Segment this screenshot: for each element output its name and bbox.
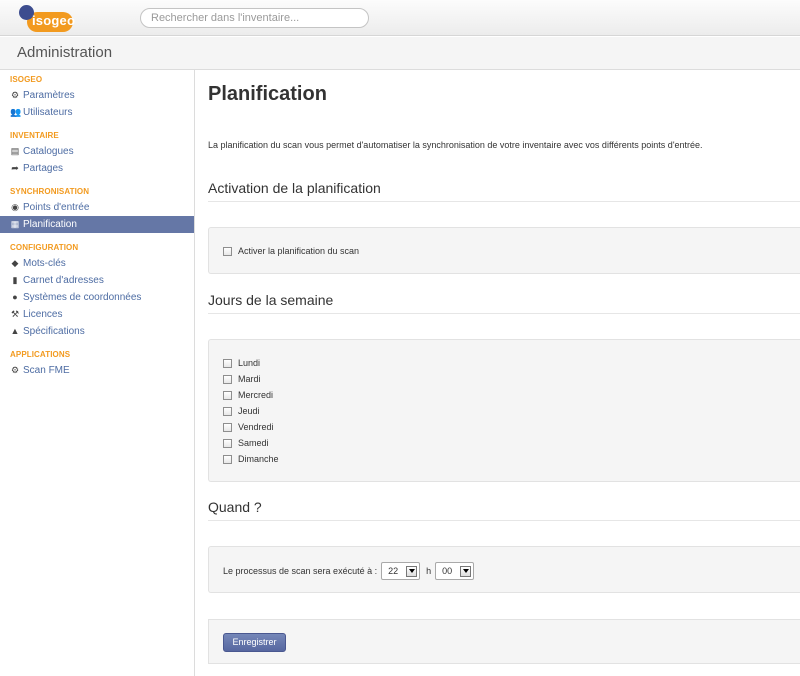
catalog-icon: ▤	[10, 146, 20, 156]
chevron-down-icon	[460, 565, 472, 577]
when-divider	[208, 520, 800, 521]
page-header: Administration	[0, 37, 800, 70]
day-label: Dimanche	[238, 454, 279, 464]
day-checkbox[interactable]	[223, 406, 232, 416]
sidebar-item-mots-cles[interactable]: ◆ Mots-clés	[0, 255, 194, 272]
sidebar-item-parametres[interactable]: ⚙ Paramètres	[0, 87, 194, 104]
sidebar-section-synchronisation: SYNCHRONISATION	[10, 187, 90, 196]
sidebar-item-label: Scan FME	[23, 365, 70, 376]
schedule-label: Le processus de scan sera exécuté à :	[223, 566, 378, 576]
day-checkbox[interactable]	[223, 438, 232, 448]
sidebar-item-label: Carnet d'adresses	[23, 275, 104, 286]
day-row-mercredi[interactable]: Mercredi	[223, 387, 273, 403]
sidebar-item-label: Catalogues	[23, 146, 74, 157]
sidebar-item-catalogues[interactable]: ▤ Catalogues	[0, 143, 194, 160]
sidebar-item-label: Licences	[23, 309, 63, 320]
page-header-title: Administration	[17, 44, 113, 61]
days-divider	[208, 313, 800, 314]
sidebar-section-configuration: CONFIGURATION	[10, 243, 79, 252]
day-row-jeudi[interactable]: Jeudi	[223, 403, 260, 419]
activation-checkbox-label: Activer la planification du scan	[238, 246, 360, 256]
calendar-icon: ▦	[10, 219, 20, 229]
day-label: Samedi	[238, 438, 269, 448]
flask-icon: ▲	[10, 326, 20, 336]
globe-icon: ●	[12, 292, 18, 302]
day-label: Mercredi	[238, 390, 274, 400]
hour-value: 22	[388, 566, 399, 576]
sidebar-item-label: Paramètres	[23, 90, 75, 101]
sidebar-item-specifications[interactable]: ▲ Spécifications	[0, 323, 194, 340]
hour-separator: h	[426, 566, 432, 576]
sidebar-item-label: Systèmes de coordonnées	[23, 292, 142, 303]
day-checkbox[interactable]	[223, 454, 232, 464]
day-checkbox[interactable]	[223, 358, 232, 368]
activation-panel: Activer la planification du scan	[208, 227, 800, 274]
logo-text: isogeo	[32, 13, 76, 28]
sidebar-section-isogeo: ISOGEO	[10, 75, 43, 84]
sidebar-section-applications: APPLICATIONS	[10, 350, 71, 359]
form-actions: Enregistrer	[208, 619, 800, 664]
users-icon: 👥	[10, 107, 22, 117]
hour-select[interactable]: 22	[381, 562, 421, 580]
main-content: Planification La planification du scan v…	[195, 70, 800, 676]
activation-divider	[208, 201, 800, 202]
sidebar-item-label: Spécifications	[23, 326, 85, 337]
isogeo-logo[interactable]: isogeo	[16, 3, 76, 33]
sidebar-item-licences[interactable]: ⚒ Licences	[0, 306, 194, 323]
day-checkbox[interactable]	[223, 390, 232, 400]
sidebar-item-label: Partages	[23, 163, 64, 174]
save-button[interactable]: Enregistrer	[223, 633, 286, 652]
sidebar-item-scan-fme[interactable]: ⚙ Scan FME	[0, 362, 194, 379]
day-checkbox[interactable]	[223, 374, 232, 384]
activation-row[interactable]: Activer la planification du scan	[223, 243, 359, 259]
day-row-samedi[interactable]: Samedi	[223, 435, 269, 451]
sidebar-item-label: Utilisateurs	[23, 107, 73, 118]
tags-icon: ◆	[11, 258, 19, 268]
day-label: Jeudi	[238, 406, 260, 416]
page-title: Planification	[208, 83, 327, 105]
day-row-mardi[interactable]: Mardi	[223, 371, 261, 387]
day-label: Lundi	[238, 358, 261, 368]
day-label: Mardi	[238, 374, 261, 384]
day-row-dimanche[interactable]: Dimanche	[223, 451, 279, 467]
top-bar: isogeo	[0, 0, 800, 36]
sidebar-item-partages[interactable]: ➦ Partages	[0, 160, 194, 177]
share-icon: ➦	[11, 163, 19, 173]
sidebar-item-label: Planification	[23, 219, 77, 230]
sidebar-item-planification[interactable]: ▦ Planification	[0, 216, 194, 233]
intro-text: La planification du scan vous permet d'a…	[208, 140, 703, 150]
schedule-row: Le processus de scan sera exécuté à : 22…	[223, 562, 475, 580]
day-row-lundi[interactable]: Lundi	[223, 355, 260, 371]
minute-select[interactable]: 00	[435, 562, 475, 580]
day-row-vendredi[interactable]: Vendredi	[223, 419, 274, 435]
gavel-icon: ⚒	[10, 309, 20, 319]
days-panel: Lundi Mardi Mercredi Jeudi Vendredi Same…	[208, 339, 800, 482]
cogs-icon: ⚙	[10, 90, 20, 100]
sidebar-item-points-entree[interactable]: ◉ Points d'entrée	[0, 199, 194, 216]
activation-heading: Activation de la planification	[208, 180, 381, 196]
cog-icon: ⚙	[10, 365, 20, 375]
sidebar-section-inventaire: INVENTAIRE	[10, 131, 59, 140]
day-checkbox[interactable]	[223, 422, 232, 432]
when-heading: Quand ?	[208, 499, 262, 515]
day-label: Vendredi	[238, 422, 274, 432]
sidebar-item-label: Mots-clés	[23, 258, 66, 269]
sidebar-item-systemes-coordonnees[interactable]: ● Systèmes de coordonnées	[0, 289, 194, 306]
address-book-icon: ▮	[12, 275, 18, 285]
minute-value: 00	[442, 566, 453, 576]
sidebar-item-utilisateurs[interactable]: 👥 Utilisateurs	[0, 104, 194, 121]
chevron-down-icon	[406, 565, 418, 577]
sidebar-item-carnet-adresses[interactable]: ▮ Carnet d'adresses	[0, 272, 194, 289]
sidebar-item-label: Points d'entrée	[23, 202, 90, 213]
days-heading: Jours de la semaine	[208, 292, 334, 308]
activation-checkbox[interactable]	[223, 246, 232, 256]
when-panel: Le processus de scan sera exécuté à : 22…	[208, 546, 800, 593]
eye-icon: ◉	[11, 202, 19, 212]
search-input[interactable]	[140, 8, 369, 28]
sidebar: ISOGEO ⚙ Paramètres 👥 Utilisateurs INVENTA…	[0, 70, 195, 676]
